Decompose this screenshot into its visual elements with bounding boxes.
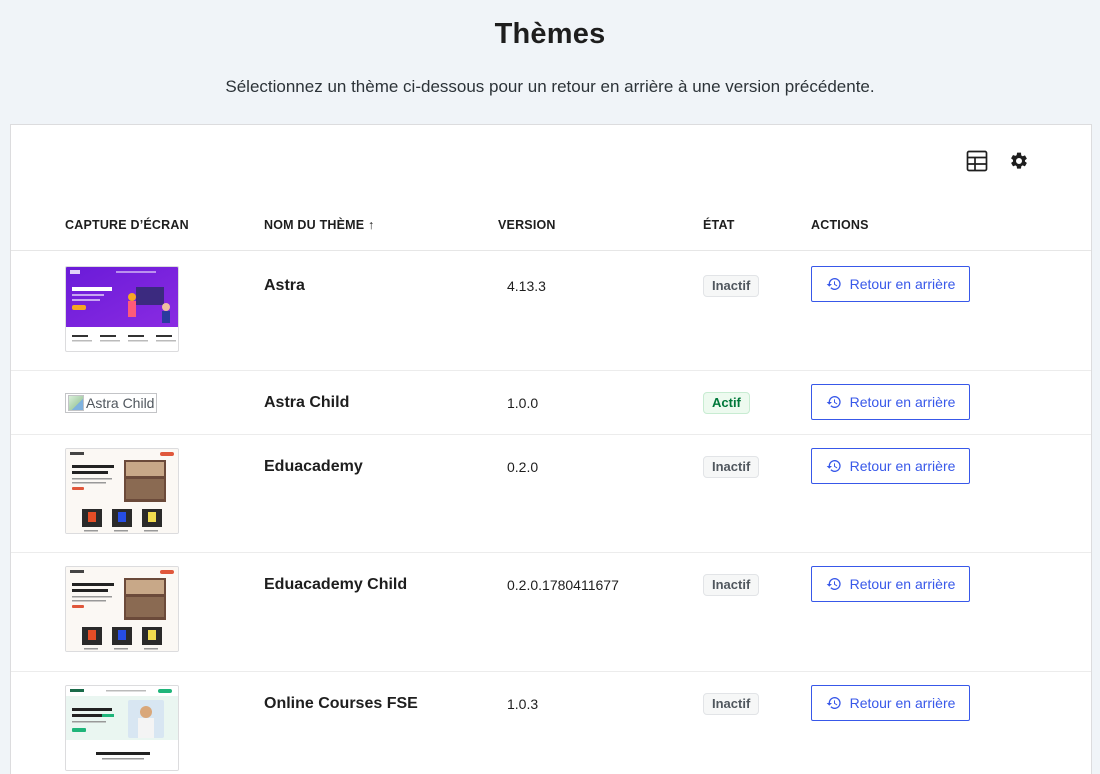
theme-screenshot bbox=[65, 266, 179, 352]
gear-icon[interactable] bbox=[1007, 149, 1031, 173]
theme-name: Astra bbox=[264, 277, 305, 294]
theme-version: 1.0.0 bbox=[507, 395, 539, 411]
rollback-button[interactable]: Retour en arrière bbox=[811, 266, 970, 302]
status-badge: Actif bbox=[703, 392, 750, 414]
column-theme-name[interactable]: NOM DU THÈME ↑ bbox=[264, 218, 374, 232]
theme-name: Eduacademy bbox=[264, 458, 363, 475]
theme-version: 4.13.3 bbox=[507, 278, 546, 294]
status-badge: Inactif bbox=[703, 456, 760, 478]
status-badge: Inactif bbox=[703, 693, 760, 715]
table-row: Online Courses FSE 1.0.3 Inactif Retour … bbox=[11, 672, 1091, 774]
status-badge: Inactif bbox=[703, 574, 760, 596]
history-icon bbox=[826, 460, 841, 472]
rollback-button-label: Retour en arrière bbox=[849, 695, 956, 711]
theme-version: 0.2.0.1780411677 bbox=[507, 577, 619, 593]
rollback-button[interactable]: Retour en arrière bbox=[811, 685, 970, 721]
theme-screenshot-alt: Astra Child bbox=[86, 395, 155, 411]
theme-screenshot bbox=[65, 566, 179, 652]
page-title: Thèmes bbox=[494, 18, 606, 50]
history-icon bbox=[826, 396, 841, 408]
rollback-button[interactable]: Retour en arrière bbox=[811, 448, 970, 484]
table-row: Astra Child Astra Child 1.0.0 Actif Reto… bbox=[11, 371, 1091, 435]
rollback-button-label: Retour en arrière bbox=[849, 394, 956, 410]
column-state[interactable]: ÉTAT bbox=[703, 218, 735, 232]
page-subtitle: Sélectionnez un thème ci-dessous pour un… bbox=[225, 77, 875, 96]
theme-version: 1.0.3 bbox=[507, 696, 539, 712]
theme-name: Eduacademy Child bbox=[264, 576, 408, 593]
themes-table-card: CAPTURE D’ÉCRAN NOM DU THÈME ↑ VERSION É… bbox=[10, 124, 1092, 774]
theme-version: 0.2.0 bbox=[507, 459, 539, 475]
rollback-button-label: Retour en arrière bbox=[849, 458, 956, 474]
rollback-button[interactable]: Retour en arrière bbox=[811, 566, 970, 602]
column-version[interactable]: VERSION bbox=[498, 218, 556, 232]
table-view-icon[interactable] bbox=[965, 149, 989, 173]
broken-image-placeholder: Astra Child bbox=[65, 393, 158, 413]
column-screenshot: CAPTURE D’ÉCRAN bbox=[65, 218, 189, 232]
broken-image-icon bbox=[68, 395, 84, 411]
table-header: CAPTURE D’ÉCRAN NOM DU THÈME ↑ VERSION É… bbox=[11, 215, 1091, 251]
table-row: Astra 4.13.3 Inactif Retour en arrière bbox=[11, 252, 1091, 371]
rollback-button-label: Retour en arrière bbox=[849, 576, 956, 592]
theme-name: Astra Child bbox=[264, 394, 350, 411]
table-toolbar bbox=[965, 149, 1031, 173]
history-icon bbox=[826, 578, 841, 590]
column-actions: ACTIONS bbox=[811, 218, 869, 232]
table-row: Eduacademy Child 0.2.0.1780411677 Inacti… bbox=[11, 553, 1091, 672]
history-icon bbox=[826, 278, 841, 290]
theme-screenshot bbox=[65, 685, 179, 771]
status-badge: Inactif bbox=[703, 275, 760, 297]
theme-name: Online Courses FSE bbox=[264, 695, 418, 712]
table-row: Eduacademy 0.2.0 Inactif Retour en arriè… bbox=[11, 435, 1091, 553]
page-header: Thèmes Sélectionnez un thème ci-dessous … bbox=[0, 0, 1100, 98]
theme-screenshot bbox=[65, 448, 179, 534]
history-icon bbox=[826, 697, 841, 709]
rollback-button-label: Retour en arrière bbox=[849, 276, 956, 292]
rollback-button[interactable]: Retour en arrière bbox=[811, 384, 970, 420]
